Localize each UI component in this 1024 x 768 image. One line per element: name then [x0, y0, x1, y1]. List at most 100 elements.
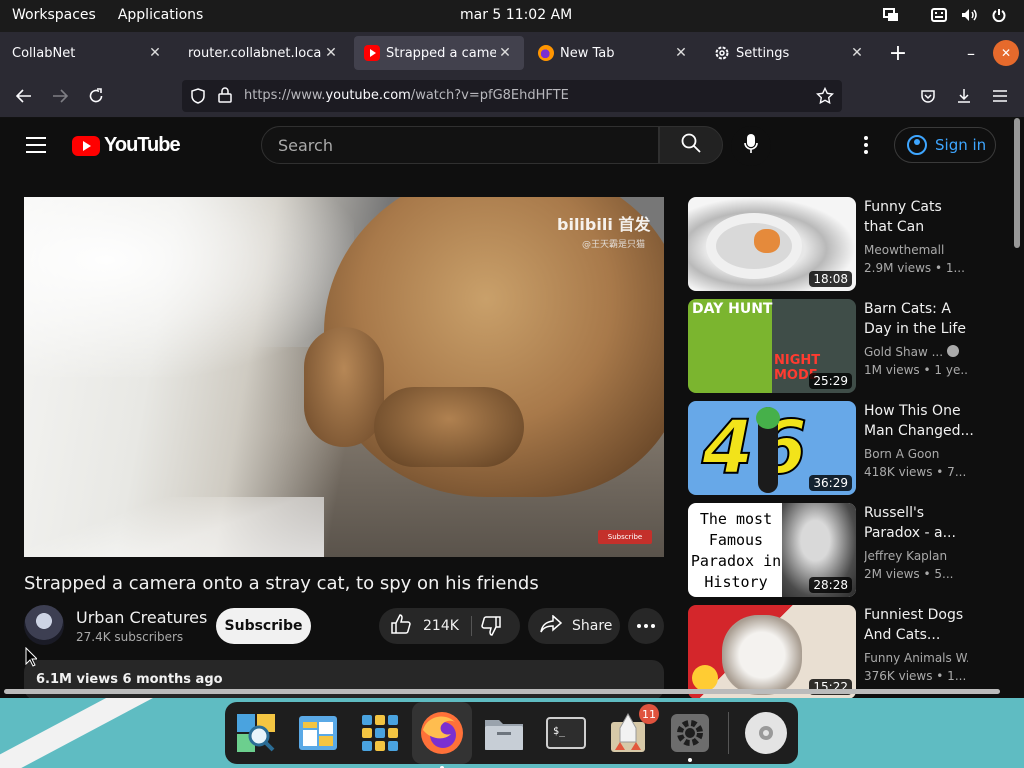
recommendation-channel[interactable]: Gold Shaw ...	[864, 345, 968, 359]
files-manager-app-icon[interactable]	[295, 710, 341, 756]
tab-collabnet[interactable]: CollabNet ✕	[2, 36, 174, 70]
channel-avatar[interactable]	[24, 605, 64, 645]
power-icon[interactable]	[990, 6, 1008, 24]
recommendation-item[interactable]: 46 36:29 How This One Man Changed... Bor…	[688, 401, 1008, 495]
recommendation-channel[interactable]: Funny Animals W...	[864, 651, 968, 665]
volume-icon[interactable]	[960, 6, 978, 24]
search-app-icon[interactable]	[233, 710, 279, 756]
reload-icon[interactable]	[84, 84, 108, 108]
video-thumbnail[interactable]: 46 36:29	[688, 401, 856, 495]
video-player[interactable]: bilibili 首发 @王天霸是只猫 Subscribe	[24, 197, 664, 557]
firefox-app-icon[interactable]	[412, 702, 472, 768]
notification-badge: 11	[639, 704, 659, 724]
url-text[interactable]: https://www.youtube.com/watch?v=pfG8EhdH…	[244, 88, 569, 103]
tab-title: Strapped a camera	[386, 45, 496, 61]
close-icon[interactable]: ✕	[848, 45, 866, 61]
browser-navigation-bar: https://www.youtube.com/watch?v=pfG8EhdH…	[0, 74, 1024, 118]
voice-search-button[interactable]	[731, 126, 771, 166]
workspaces-button[interactable]: Workspaces	[12, 7, 96, 23]
system-top-bar: Workspaces Applications mar 5 11:02 AM	[0, 0, 1024, 32]
window-close-icon[interactable]: ✕	[993, 40, 1019, 66]
video-thumbnail[interactable]: 18:08	[688, 197, 856, 291]
mouse-cursor-icon	[25, 646, 39, 671]
vertical-scrollbar[interactable]	[1014, 118, 1020, 248]
duration-badge: 18:08	[809, 271, 852, 287]
recommendation-title[interactable]: How This One Man Changed...	[864, 401, 974, 441]
tab-router[interactable]: router.collabnet.local/ ✕	[178, 36, 350, 70]
video-thumbnail[interactable]: 15:22	[688, 605, 856, 699]
forward-arrow-icon[interactable]	[48, 84, 72, 108]
close-icon[interactable]: ✕	[672, 45, 690, 61]
downloads-icon[interactable]	[952, 84, 976, 108]
guide-menu-icon[interactable]	[26, 137, 46, 153]
tab-title: CollabNet	[12, 45, 76, 61]
recommendation-item[interactable]: 15:22 Funniest Dogs And Cats... Funny An…	[688, 605, 1008, 699]
search-button[interactable]	[659, 126, 723, 164]
recommendation-meta: 2M views • 5...	[864, 567, 954, 581]
software-update-app-icon[interactable]: 11	[605, 704, 659, 756]
tab-youtube-video[interactable]: Strapped a camera ✕	[354, 36, 524, 70]
recommendation-title[interactable]: Russell's Paradox - a...	[864, 503, 974, 543]
recommendation-item[interactable]: 18:08 Funny Cats that Can Probably... Me…	[688, 197, 1008, 291]
optical-disc-icon[interactable]	[743, 710, 789, 756]
video-thumbnail[interactable]: The most Famous Paradox in History 28:28	[688, 503, 856, 597]
tab-settings[interactable]: Settings ✕	[704, 36, 876, 70]
menu-hamburger-icon[interactable]	[988, 84, 1012, 108]
recommendation-meta: 2.9M views • 1...	[864, 261, 965, 275]
recommendation-channel[interactable]: Meowthemall	[864, 243, 968, 257]
subscribe-button[interactable]: Subscribe	[216, 608, 311, 644]
horizontal-scrollbar[interactable]	[4, 689, 1000, 694]
close-icon[interactable]: ✕	[146, 45, 164, 61]
settings-app-icon[interactable]	[667, 710, 713, 762]
more-actions-icon[interactable]	[628, 608, 664, 644]
recommendation-item[interactable]: DAY HUNT NIGHT MODE 25:29 Barn Cats: A D…	[688, 299, 1008, 393]
app-grid-icon[interactable]	[357, 710, 403, 756]
clock[interactable]: mar 5 11:02 AM	[460, 7, 572, 23]
lock-icon[interactable]	[218, 87, 232, 107]
video-thumbnail[interactable]: DAY HUNT NIGHT MODE 25:29	[688, 299, 856, 393]
sign-in-button[interactable]: Sign in	[894, 127, 996, 163]
file-cabinet-app-icon[interactable]	[481, 710, 527, 756]
description-box[interactable]: 6.1M views 6 months ago	[24, 660, 664, 700]
svg-text:$_: $_	[553, 726, 566, 737]
share-button[interactable]: Share	[528, 608, 620, 644]
back-arrow-icon[interactable]	[12, 84, 36, 108]
thumbnail-text: DAY HUNT	[692, 301, 773, 317]
address-bar[interactable]: https://www.youtube.com/watch?v=pfG8EhdH…	[182, 80, 842, 112]
video-subscribe-overlay[interactable]: Subscribe	[598, 530, 652, 544]
views-and-date: 6.1M views 6 months ago	[36, 672, 223, 687]
like-button[interactable]: 214K	[391, 608, 459, 644]
minimize-icon[interactable]: –	[958, 40, 984, 66]
close-icon[interactable]: ✕	[496, 45, 514, 61]
window-switch-icon[interactable]	[882, 6, 900, 24]
bookmark-star-icon[interactable]	[815, 86, 835, 109]
new-tab-plus-icon[interactable]: +	[885, 40, 911, 66]
duration-badge: 36:29	[809, 475, 852, 491]
tab-new-tab[interactable]: New Tab ✕	[528, 36, 700, 70]
youtube-play-icon	[72, 135, 100, 156]
search-placeholder: Search	[278, 136, 333, 155]
close-icon[interactable]: ✕	[322, 45, 340, 61]
applications-button[interactable]: Applications	[118, 7, 204, 23]
recommendation-item[interactable]: The most Famous Paradox in History 28:28…	[688, 503, 1008, 597]
recommendation-title[interactable]: Funniest Dogs And Cats...	[864, 605, 974, 645]
browser-tab-strip: CollabNet ✕ router.collabnet.local/ ✕ St…	[0, 32, 1024, 74]
youtube-logo[interactable]: YouTube	[72, 134, 181, 157]
search-input[interactable]: Search	[261, 126, 659, 164]
keyboard-icon[interactable]	[930, 6, 948, 24]
recommendation-meta: 376K views • 1...	[864, 669, 967, 683]
channel-name[interactable]: Urban Creatures	[76, 608, 207, 627]
share-arrow-icon	[540, 614, 563, 637]
shield-icon[interactable]	[190, 88, 206, 108]
recommendation-title[interactable]: Barn Cats: A Day in the Life	[864, 299, 974, 339]
youtube-header: YouTube Search Sign in	[0, 118, 1010, 174]
settings-kebab-icon[interactable]	[856, 133, 876, 157]
terminal-app-icon[interactable]: $_	[543, 710, 589, 756]
recommendation-title[interactable]: Funny Cats that Can Probably...	[864, 197, 974, 237]
recommendation-channel[interactable]: Jeffrey Kaplan	[864, 549, 968, 563]
verified-check-icon	[947, 345, 960, 357]
pocket-icon[interactable]	[916, 84, 940, 108]
recommendation-channel[interactable]: Born A Goon	[864, 447, 968, 461]
tab-title: Settings	[736, 45, 790, 61]
dislike-button[interactable]	[481, 616, 501, 640]
